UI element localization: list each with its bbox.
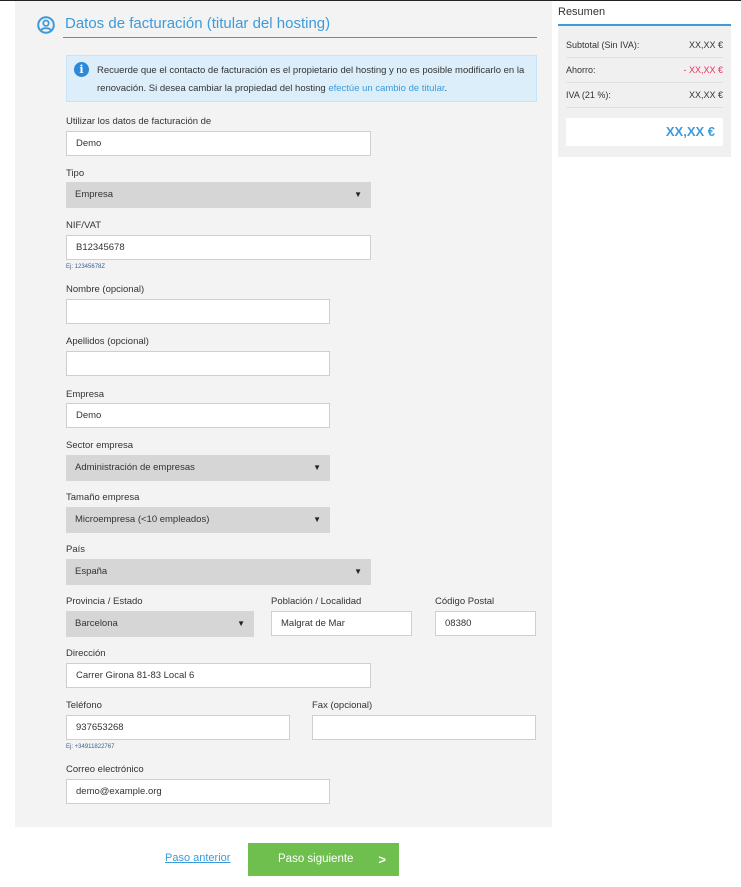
subtotal-value: XX,XX €	[688, 40, 723, 50]
size-select[interactable]: Microempresa (<10 empleados) ▼	[66, 507, 330, 533]
chevron-right-icon: >	[378, 852, 386, 867]
sector-select[interactable]: Administración de empresas ▼	[66, 455, 330, 481]
last-name-input[interactable]	[66, 351, 330, 376]
address-input[interactable]: Carrer Girona 81-83 Local 6	[66, 663, 371, 688]
type-select-value: Empresa	[75, 189, 114, 200]
phone-input[interactable]: 937653268	[66, 715, 290, 740]
email-input[interactable]: demo@example.org	[66, 779, 330, 804]
billing-source-input[interactable]: Demo	[66, 131, 371, 156]
company-input[interactable]: Demo	[66, 403, 330, 428]
savings-label: Ahorro:	[566, 65, 596, 75]
fax-label: Fax (opcional)	[312, 700, 373, 711]
previous-step-link[interactable]: Paso anterior	[165, 852, 230, 864]
city-label: Población / Localidad	[271, 596, 362, 607]
summary-row-subtotal: Subtotal (Sin IVA): XX,XX €	[566, 34, 723, 58]
type-label: Tipo	[66, 168, 85, 179]
dropdown-arrow-icon: ▼	[237, 619, 245, 628]
dropdown-arrow-icon: ▼	[313, 463, 321, 472]
address-label: Dirección	[66, 648, 106, 659]
company-label: Empresa	[66, 389, 105, 400]
first-name-label: Nombre (opcional)	[66, 284, 145, 295]
nif-label: NIF/VAT	[66, 220, 102, 231]
billing-source-label: Utilizar los datos de facturación de	[66, 116, 212, 127]
country-label: País	[66, 544, 86, 555]
dropdown-arrow-icon: ▼	[354, 190, 362, 199]
province-select-value: Barcelona	[75, 618, 118, 629]
type-select[interactable]: Empresa ▼	[66, 182, 371, 208]
subtotal-label: Subtotal (Sin IVA):	[566, 40, 640, 50]
dropdown-arrow-icon: ▼	[354, 567, 362, 576]
last-name-label: Apellidos (opcional)	[66, 336, 149, 347]
info-notice-text: Recuerde que el contacto de facturación …	[97, 62, 527, 98]
size-select-value: Microempresa (<10 empleados)	[75, 514, 210, 525]
postal-code-label: Código Postal	[435, 596, 495, 607]
next-step-label: Paso siguiente	[278, 853, 354, 865]
dropdown-arrow-icon: ▼	[313, 515, 321, 524]
province-label: Provincia / Estado	[66, 596, 143, 607]
fax-input[interactable]	[312, 715, 536, 740]
size-label: Tamaño empresa	[66, 492, 140, 503]
info-notice-body: Recuerde que el contacto de facturación …	[97, 65, 525, 94]
savings-value: - XX,XX €	[683, 65, 723, 75]
section-title-underline	[63, 37, 537, 38]
vat-value: XX,XX €	[688, 90, 723, 100]
summary-box: Subtotal (Sin IVA): XX,XX € Ahorro: - XX…	[558, 26, 731, 157]
email-label: Correo electrónico	[66, 764, 144, 775]
summary-title: Resumen	[558, 6, 606, 18]
info-icon: i	[74, 62, 89, 77]
phone-label: Teléfono	[66, 700, 102, 711]
summary-total: XX,XX €	[566, 118, 723, 146]
info-notice-end: .	[444, 83, 448, 94]
change-owner-link[interactable]: efectúe un cambio de titular	[328, 83, 444, 94]
user-circle-icon	[37, 16, 55, 34]
sector-label: Sector empresa	[66, 440, 134, 451]
city-input[interactable]: Malgrat de Mar	[271, 611, 412, 636]
sector-select-value: Administración de empresas	[75, 462, 195, 473]
postal-code-input[interactable]: 08380	[435, 611, 536, 636]
next-step-button[interactable]: Paso siguiente >	[248, 843, 399, 876]
info-notice: i Recuerde que el contacto de facturació…	[66, 55, 537, 102]
country-select[interactable]: España ▼	[66, 559, 371, 585]
vat-label: IVA (21 %):	[566, 90, 611, 100]
country-select-value: España	[75, 566, 108, 577]
nif-input[interactable]: B12345678	[66, 235, 371, 260]
nif-hint: Ej: 12345678Z	[66, 264, 106, 270]
phone-hint: Ej: +34911822767	[66, 744, 115, 750]
first-name-input[interactable]	[66, 299, 330, 324]
section-title: Datos de facturación (titular del hostin…	[65, 15, 331, 32]
summary-row-savings: Ahorro: - XX,XX €	[566, 59, 723, 83]
province-select[interactable]: Barcelona ▼	[66, 611, 254, 637]
summary-row-vat: IVA (21 %): XX,XX €	[566, 84, 723, 108]
